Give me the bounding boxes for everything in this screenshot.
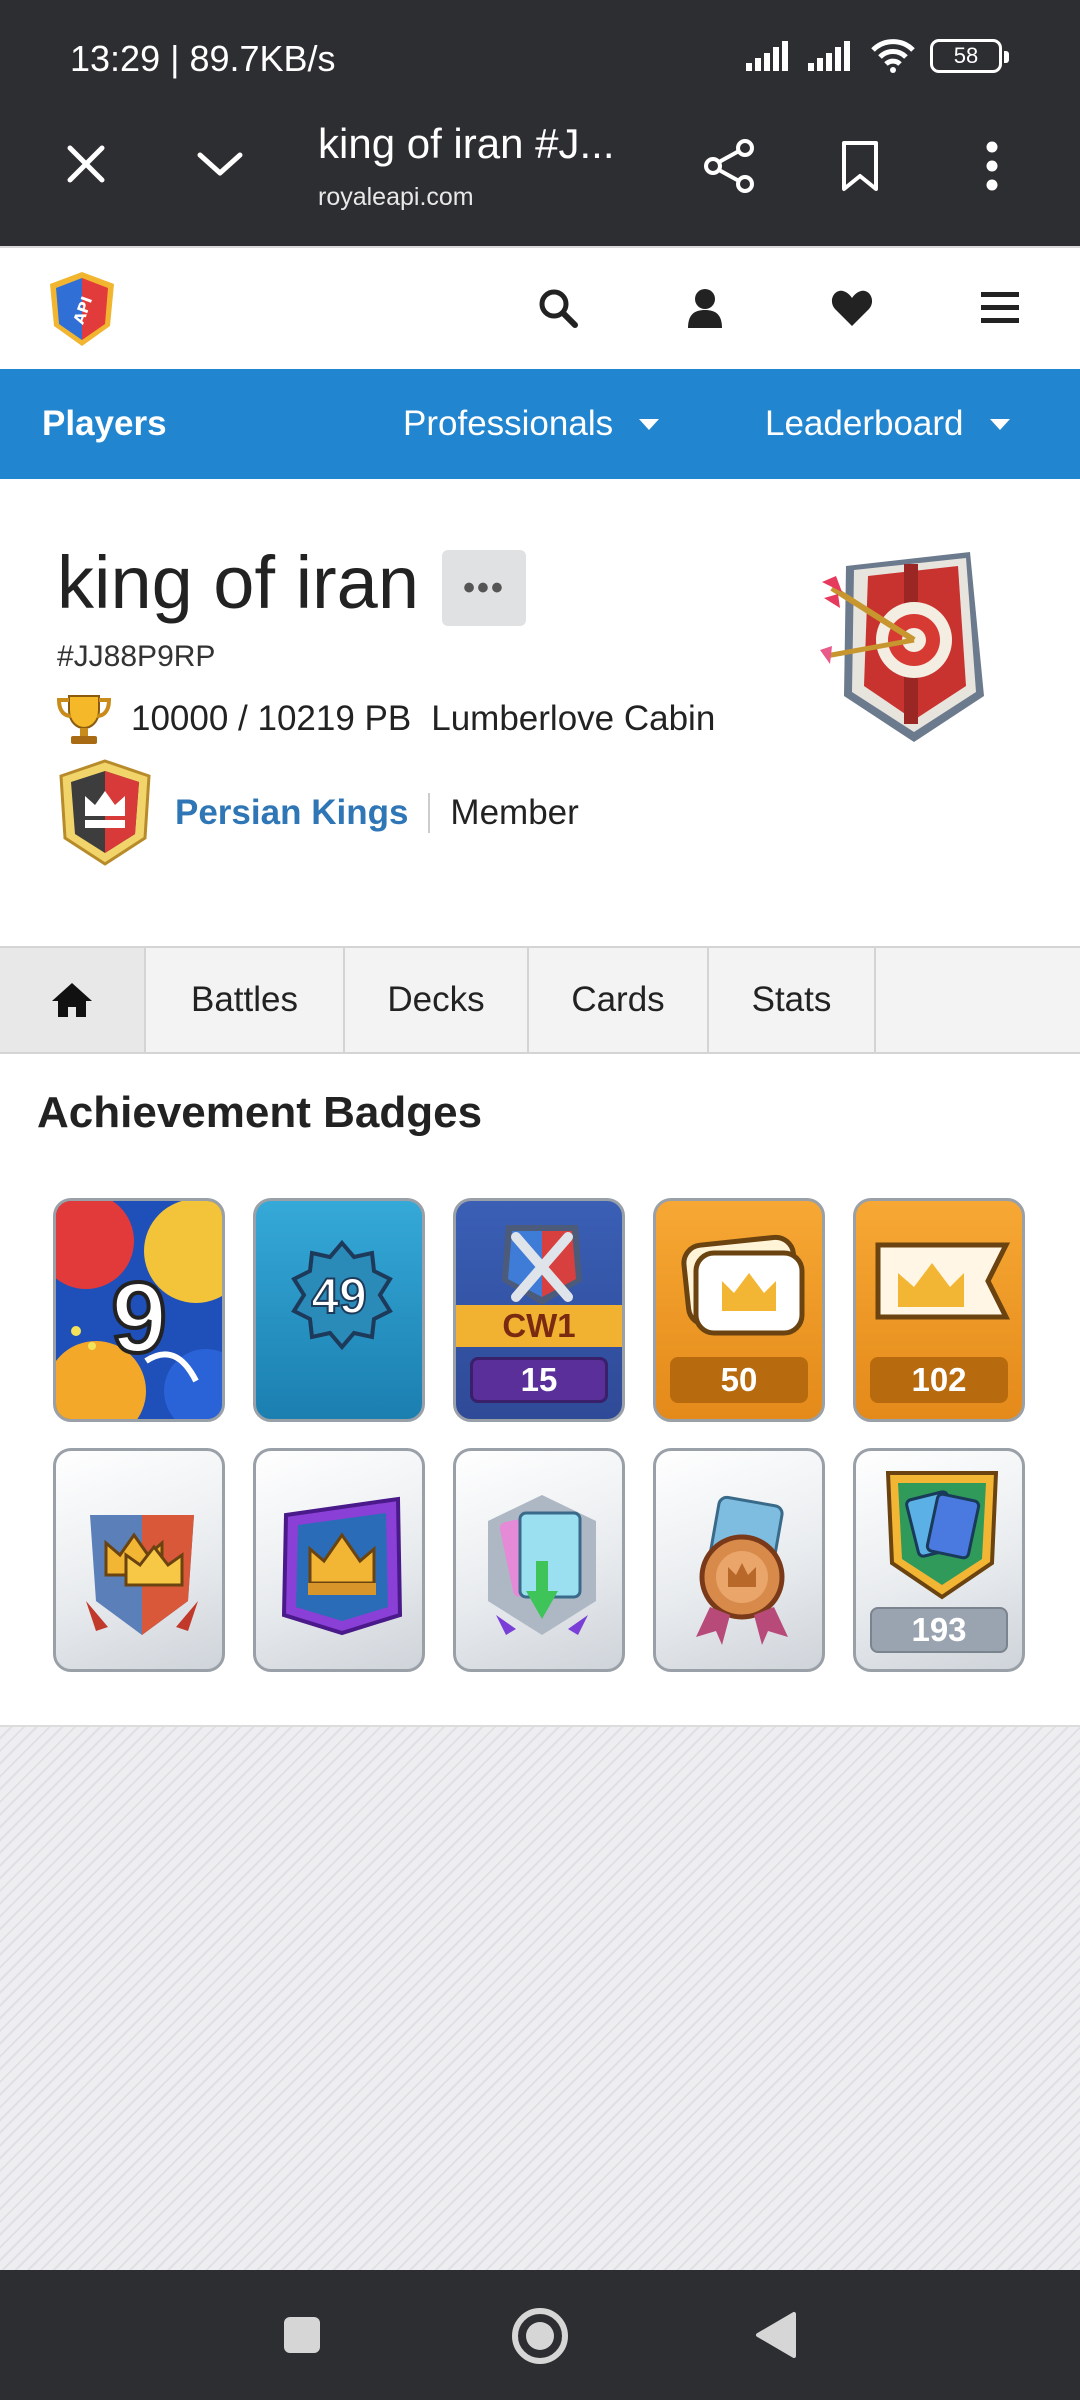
badge-crown-banner: 102	[853, 1198, 1025, 1422]
overflow-menu-button[interactable]	[962, 136, 1022, 196]
clan-row: Persian Kings Member	[55, 758, 579, 868]
tab-stats[interactable]: Stats	[709, 948, 876, 1052]
clan-divider	[428, 793, 431, 833]
square-icon	[284, 2317, 320, 2353]
nav-players[interactable]: Players	[42, 369, 167, 479]
user-icon	[688, 289, 722, 328]
page-title[interactable]: king of iran #J...	[318, 120, 638, 168]
player-tag: #JJ88P9RP	[57, 640, 216, 673]
badge-cards-shield: 193	[853, 1448, 1025, 1672]
circle-home-icon	[512, 2308, 568, 2364]
trophy-count: 10000 / 10219 PB	[131, 699, 412, 738]
clan-role: Member	[450, 793, 579, 832]
badge-crowns: 50	[653, 1198, 825, 1422]
badge-crowns-value: 50	[670, 1357, 808, 1403]
logo-icon: API	[50, 272, 114, 346]
badge-clan-war: CW1 15	[453, 1198, 625, 1422]
home-icon	[52, 983, 92, 1017]
chevron-down-icon	[197, 152, 243, 176]
share-icon	[704, 139, 754, 193]
nav-professionals-label: Professionals	[403, 404, 614, 443]
arena-name: Lumberlove Cabin	[431, 699, 716, 738]
crowns-shield-icon	[86, 1515, 198, 1635]
back-triangle-icon	[756, 2312, 796, 2358]
royaleapi-logo[interactable]: API	[46, 270, 118, 348]
share-button[interactable]	[700, 136, 760, 196]
trophy-row: 10000 / 10219 PB Lumberlove Cabin	[55, 690, 715, 748]
badge-years-played: 9	[53, 1198, 225, 1422]
bookmark-icon	[842, 141, 878, 191]
caret-down-icon	[989, 418, 1010, 430]
search-button[interactable]	[528, 278, 588, 338]
home-button[interactable]	[510, 2306, 570, 2366]
signal-icon	[746, 41, 788, 71]
bookmark-button[interactable]	[830, 136, 890, 196]
badge-cw-label: CW1	[502, 1307, 576, 1344]
caret-down-icon	[639, 418, 660, 430]
main-nav: Players Professionals Leaderboard	[0, 369, 1080, 479]
back-button[interactable]	[754, 2310, 798, 2360]
badge-exp-level: 49	[253, 1198, 425, 1422]
card-upgrade-icon	[488, 1495, 596, 1635]
trophy-icon	[56, 695, 112, 744]
badge-level-value: 49	[310, 1267, 368, 1325]
battery-indicator: 58	[930, 39, 1009, 73]
empty-content-area	[0, 1725, 1080, 2270]
badge-banner-value: 102	[870, 1357, 1008, 1403]
heart-icon	[831, 290, 873, 326]
badge-cw-value: 15	[470, 1357, 608, 1403]
badge-bronze-medal	[653, 1448, 825, 1672]
search-icon	[539, 289, 578, 328]
target-arena-icon	[820, 552, 984, 742]
signal-icon-2	[808, 41, 850, 71]
status-time: 13:29 | 89.7KB/s	[70, 38, 336, 79]
favorites-button[interactable]	[822, 278, 882, 338]
status-icons: 58	[746, 36, 1009, 76]
nav-leaderboard[interactable]: Leaderboard	[765, 369, 1010, 479]
wifi-icon	[871, 39, 915, 73]
nav-leaderboard-label: Leaderboard	[765, 404, 964, 443]
badge-purple-crown	[253, 1448, 425, 1672]
close-tab-button[interactable]	[56, 134, 116, 194]
section-title: Achievement Badges	[37, 1088, 483, 1137]
medal-icon	[696, 1495, 788, 1645]
player-name: king of iran	[57, 541, 419, 624]
site-header: API	[0, 246, 1080, 369]
close-icon	[67, 145, 105, 183]
profile-tabs: Battles Decks Cards Stats	[0, 946, 1080, 1054]
collapse-button[interactable]	[190, 134, 250, 194]
more-options-button[interactable]: •••	[442, 550, 526, 626]
tab-decks[interactable]: Decks	[345, 948, 529, 1052]
arena-badge	[818, 546, 998, 746]
menu-button[interactable]	[970, 278, 1030, 338]
badge-years-value: 9	[109, 1260, 169, 1376]
page-url[interactable]: royaleapi.com	[318, 183, 474, 212]
browser-chrome: 13:29 | 89.7KB/s 58 king of iran #J... r…	[0, 0, 1080, 246]
badge-card-collection	[453, 1448, 625, 1672]
clan-badge-icon	[59, 759, 151, 866]
more-vertical-icon	[986, 141, 998, 191]
battery-level: 58	[953, 43, 979, 68]
tab-cards[interactable]: Cards	[529, 948, 709, 1052]
hamburger-icon	[981, 292, 1019, 323]
recents-button[interactable]	[282, 2315, 322, 2355]
tab-home[interactable]	[0, 948, 146, 1052]
purple-crown-icon	[281, 1496, 403, 1636]
clan-link[interactable]: Persian Kings	[175, 793, 408, 833]
nav-professionals[interactable]: Professionals	[403, 369, 660, 479]
system-nav-bar	[0, 2270, 1080, 2400]
badge-cards-value: 193	[870, 1607, 1008, 1653]
tab-battles[interactable]: Battles	[146, 948, 345, 1052]
badge-dual-crowns	[53, 1448, 225, 1672]
account-button[interactable]	[675, 278, 735, 338]
